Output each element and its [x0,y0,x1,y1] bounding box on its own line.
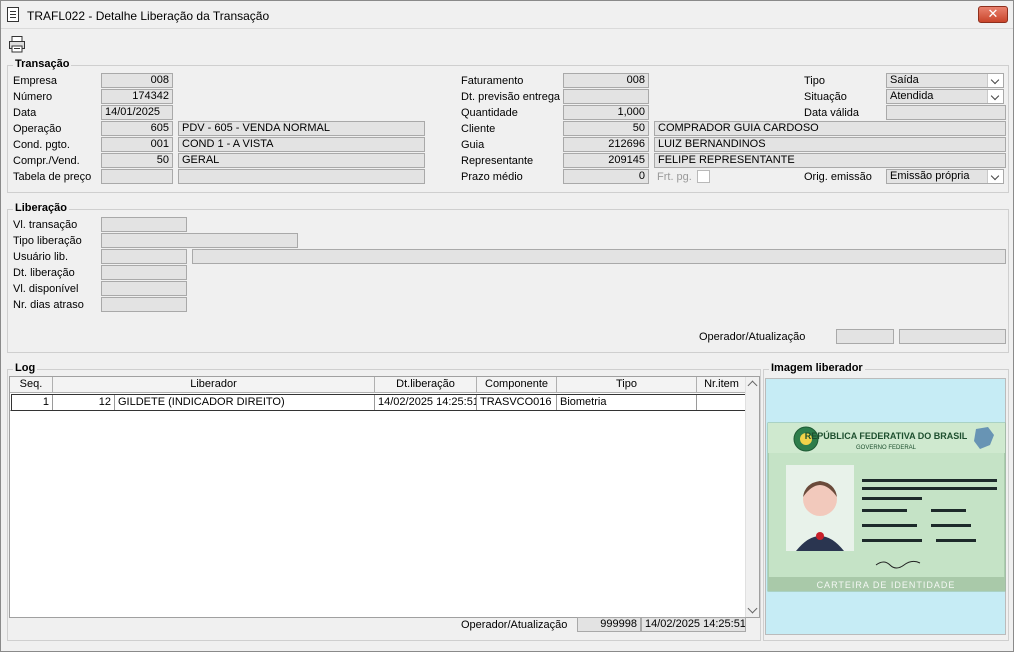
close-button[interactable]: ✕ [978,6,1008,23]
data-label: Data [13,107,37,119]
compr-vend-label: Compr./Vend. [13,155,80,167]
chevron-down-icon[interactable] [987,74,1003,87]
dt-liberacao-field[interactable] [101,265,187,280]
cond-pgto-code-field[interactable]: 001 [101,137,173,152]
column-header-dt-liberacao[interactable]: Dt.liberação [375,377,477,393]
transacao-title: Transação [13,58,72,70]
log-scrollbar[interactable] [745,377,759,617]
dt-liberacao-label: Dt. liberação [13,267,75,279]
guia-label: Guia [461,139,485,151]
origem-emissao-label: Orig. emissão [804,171,872,183]
vl-transacao-field[interactable] [101,217,187,232]
usuario-lib-label: Usuário lib. [13,251,69,263]
column-header-seq[interactable]: Seq. [10,377,53,393]
chevron-down-icon[interactable] [987,90,1003,103]
liberacao-title: Liberação [13,202,69,214]
log-title: Log [13,362,38,374]
card-country-text: REPÚBLICA FEDERATIVA DO BRASIL [805,430,968,441]
guia-code-field[interactable]: 212696 [563,137,649,152]
usuario-lib-desc-field[interactable] [192,249,1006,264]
nr-dias-atraso-label: Nr. dias atraso [13,299,84,311]
column-header-componente[interactable]: Componente [477,377,557,393]
log-table: Seq. Liberador Dt.liberação Componente T… [9,376,760,618]
faturamento-label: Faturamento [461,75,524,87]
tipo-select[interactable]: Saída [886,73,1004,88]
tabela-preco-code-field[interactable] [101,169,173,184]
cliente-label: Cliente [461,123,496,135]
imagem-title: Imagem liberador [769,362,865,374]
operacao-code-field[interactable]: 605 [101,121,173,136]
tabela-preco-label: Tabela de preço [13,171,92,183]
liberacao-operador-label: Operador/Atualização [699,331,806,343]
scroll-up-icon[interactable] [747,380,758,391]
representante-code-field[interactable]: 209145 [563,153,649,168]
numero-field[interactable]: 174342 [101,89,173,104]
compr-vend-desc-field[interactable]: GERAL [178,153,425,168]
tipo-liberacao-label: Tipo liberação [13,235,82,247]
tabela-preco-desc-field[interactable] [178,169,425,184]
nr-dias-atraso-field[interactable] [101,297,187,312]
selected-row-outline [11,394,746,411]
column-header-liberador[interactable]: Liberador [53,377,375,393]
operacao-desc-field[interactable]: PDV - 605 - VENDA NORMAL [178,121,425,136]
liberacao-operador-field[interactable] [836,329,894,344]
window-title: TRAFL022 - Detalhe Liberação da Transaçã… [27,9,270,23]
tipo-liberacao-field[interactable] [101,233,298,248]
document-icon [7,7,19,22]
usuario-lib-code-field[interactable] [101,249,187,264]
frt-pg-label: Frt. pg. [657,171,692,183]
cliente-desc-field[interactable]: COMPRADOR GUIA CARDOSO [654,121,1006,136]
empresa-label: Empresa [13,75,58,87]
empresa-field[interactable]: 008 [101,73,173,88]
dt-previsao-label: Dt. previsão entrega [461,91,561,103]
situacao-label: Situação [804,91,847,103]
log-operador-field[interactable]: 999998 [577,617,641,632]
title-bar: TRAFL022 - Detalhe Liberação da Transaçã… [1,1,1013,29]
vl-disponivel-label: Vl. disponível [13,283,79,295]
tipo-value: Saída [890,74,919,86]
print-icon[interactable] [8,35,26,53]
quantidade-field[interactable]: 1,000 [563,105,649,120]
vl-disponivel-field[interactable] [101,281,187,296]
prazo-medio-field[interactable]: 0 [563,169,649,184]
liberacao-atualizacao-field[interactable] [899,329,1006,344]
cliente-code-field[interactable]: 50 [563,121,649,136]
column-header-nr-item[interactable]: Nr.item [697,377,747,393]
data-field[interactable]: 14/01/2025 [101,105,173,120]
liberador-image: REPÚBLICA FEDERATIVA DO BRASIL GOVERNO F… [765,378,1006,635]
representante-desc-field[interactable]: FELIPE REPRESENTANTE [654,153,1006,168]
cond-pgto-desc-field[interactable]: COND 1 - A VISTA [178,137,425,152]
card-gov-text: GOVERNO FEDERAL [856,445,917,451]
situacao-value: Atendida [890,90,934,102]
faturamento-field[interactable]: 008 [563,73,649,88]
log-operador-label: Operador/Atualização [461,619,568,631]
log-atualizacao-field[interactable]: 14/02/2025 14:25:51 [641,617,746,632]
numero-label: Número [13,91,53,103]
cond-pgto-label: Cond. pgto. [13,139,70,151]
column-header-tipo[interactable]: Tipo [557,377,697,393]
chevron-down-icon[interactable] [987,170,1003,183]
representante-label: Representante [461,155,534,167]
tipo-label: Tipo [804,75,825,87]
frt-pg-checkbox[interactable] [697,170,710,183]
dt-previsao-field[interactable] [563,89,649,104]
situacao-select[interactable]: Atendida [886,89,1004,104]
quantidade-label: Quantidade [461,107,518,119]
scroll-down-icon[interactable] [747,603,758,614]
operacao-label: Operação [13,123,62,135]
prazo-medio-label: Prazo médio [461,171,523,183]
guia-desc-field[interactable]: LUIZ BERNANDINOS [654,137,1006,152]
window: TRAFL022 - Detalhe Liberação da Transaçã… [0,0,1014,652]
origem-emissao-value: Emissão própria [890,170,970,182]
compr-vend-code-field[interactable]: 50 [101,153,173,168]
card-footer-text: CARTEIRA DE IDENTIDADE [817,580,956,590]
data-valida-field[interactable] [886,105,1006,120]
data-valida-label: Data válida [804,107,860,119]
id-card-image: REPÚBLICA FEDERATIVA DO BRASIL GOVERNO F… [767,422,1006,592]
vl-transacao-label: Vl. transação [13,219,78,231]
origem-emissao-select[interactable]: Emissão própria [886,169,1004,184]
